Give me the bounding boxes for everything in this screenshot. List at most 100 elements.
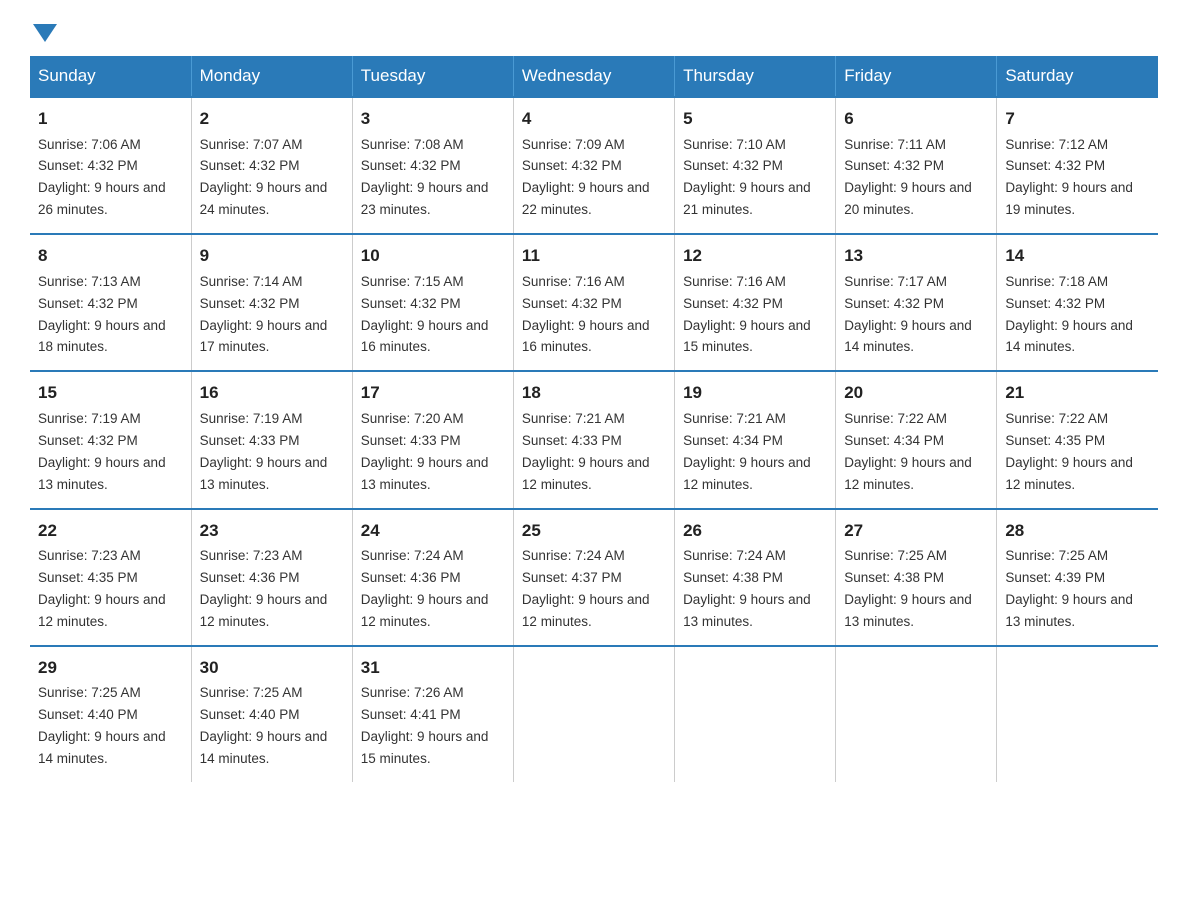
day-info: Sunrise: 7:18 AMSunset: 4:32 PMDaylight:… <box>1005 274 1133 355</box>
day-info: Sunrise: 7:07 AMSunset: 4:32 PMDaylight:… <box>200 137 328 218</box>
day-info: Sunrise: 7:26 AMSunset: 4:41 PMDaylight:… <box>361 685 489 766</box>
calendar-cell: 25 Sunrise: 7:24 AMSunset: 4:37 PMDaylig… <box>513 509 674 646</box>
day-number: 16 <box>200 380 344 406</box>
day-number: 21 <box>1005 380 1150 406</box>
day-info: Sunrise: 7:19 AMSunset: 4:33 PMDaylight:… <box>200 411 328 492</box>
day-info: Sunrise: 7:14 AMSunset: 4:32 PMDaylight:… <box>200 274 328 355</box>
day-info: Sunrise: 7:12 AMSunset: 4:32 PMDaylight:… <box>1005 137 1133 218</box>
calendar-cell: 19 Sunrise: 7:21 AMSunset: 4:34 PMDaylig… <box>675 371 836 508</box>
day-number: 12 <box>683 243 827 269</box>
calendar-cell: 2 Sunrise: 7:07 AMSunset: 4:32 PMDayligh… <box>191 97 352 234</box>
day-number: 3 <box>361 106 505 132</box>
calendar-cell <box>675 646 836 782</box>
calendar-cell: 12 Sunrise: 7:16 AMSunset: 4:32 PMDaylig… <box>675 234 836 371</box>
calendar-cell: 21 Sunrise: 7:22 AMSunset: 4:35 PMDaylig… <box>997 371 1158 508</box>
calendar-cell: 7 Sunrise: 7:12 AMSunset: 4:32 PMDayligh… <box>997 97 1158 234</box>
calendar-week-row: 29 Sunrise: 7:25 AMSunset: 4:40 PMDaylig… <box>30 646 1158 782</box>
calendar-cell <box>836 646 997 782</box>
calendar-cell: 24 Sunrise: 7:24 AMSunset: 4:36 PMDaylig… <box>352 509 513 646</box>
calendar-cell: 27 Sunrise: 7:25 AMSunset: 4:38 PMDaylig… <box>836 509 997 646</box>
calendar-cell: 17 Sunrise: 7:20 AMSunset: 4:33 PMDaylig… <box>352 371 513 508</box>
day-info: Sunrise: 7:16 AMSunset: 4:32 PMDaylight:… <box>522 274 650 355</box>
day-number: 30 <box>200 655 344 681</box>
day-info: Sunrise: 7:20 AMSunset: 4:33 PMDaylight:… <box>361 411 489 492</box>
day-number: 2 <box>200 106 344 132</box>
calendar-table: SundayMondayTuesdayWednesdayThursdayFrid… <box>30 56 1158 782</box>
calendar-week-row: 8 Sunrise: 7:13 AMSunset: 4:32 PMDayligh… <box>30 234 1158 371</box>
day-info: Sunrise: 7:21 AMSunset: 4:33 PMDaylight:… <box>522 411 650 492</box>
day-info: Sunrise: 7:08 AMSunset: 4:32 PMDaylight:… <box>361 137 489 218</box>
calendar-cell: 14 Sunrise: 7:18 AMSunset: 4:32 PMDaylig… <box>997 234 1158 371</box>
day-header-friday: Friday <box>836 56 997 97</box>
day-number: 23 <box>200 518 344 544</box>
day-header-wednesday: Wednesday <box>513 56 674 97</box>
calendar-cell: 26 Sunrise: 7:24 AMSunset: 4:38 PMDaylig… <box>675 509 836 646</box>
day-info: Sunrise: 7:23 AMSunset: 4:35 PMDaylight:… <box>38 548 166 629</box>
calendar-week-row: 22 Sunrise: 7:23 AMSunset: 4:35 PMDaylig… <box>30 509 1158 646</box>
day-number: 1 <box>38 106 183 132</box>
day-number: 9 <box>200 243 344 269</box>
day-info: Sunrise: 7:24 AMSunset: 4:36 PMDaylight:… <box>361 548 489 629</box>
calendar-cell: 13 Sunrise: 7:17 AMSunset: 4:32 PMDaylig… <box>836 234 997 371</box>
day-info: Sunrise: 7:25 AMSunset: 4:40 PMDaylight:… <box>38 685 166 766</box>
day-info: Sunrise: 7:24 AMSunset: 4:37 PMDaylight:… <box>522 548 650 629</box>
calendar-cell <box>513 646 674 782</box>
calendar-cell: 31 Sunrise: 7:26 AMSunset: 4:41 PMDaylig… <box>352 646 513 782</box>
day-number: 17 <box>361 380 505 406</box>
day-number: 8 <box>38 243 183 269</box>
calendar-cell: 29 Sunrise: 7:25 AMSunset: 4:40 PMDaylig… <box>30 646 191 782</box>
calendar-header-row: SundayMondayTuesdayWednesdayThursdayFrid… <box>30 56 1158 97</box>
calendar-cell: 5 Sunrise: 7:10 AMSunset: 4:32 PMDayligh… <box>675 97 836 234</box>
day-number: 10 <box>361 243 505 269</box>
day-info: Sunrise: 7:10 AMSunset: 4:32 PMDaylight:… <box>683 137 811 218</box>
day-info: Sunrise: 7:25 AMSunset: 4:39 PMDaylight:… <box>1005 548 1133 629</box>
calendar-cell: 16 Sunrise: 7:19 AMSunset: 4:33 PMDaylig… <box>191 371 352 508</box>
calendar-cell: 10 Sunrise: 7:15 AMSunset: 4:32 PMDaylig… <box>352 234 513 371</box>
calendar-cell: 22 Sunrise: 7:23 AMSunset: 4:35 PMDaylig… <box>30 509 191 646</box>
calendar-cell: 1 Sunrise: 7:06 AMSunset: 4:32 PMDayligh… <box>30 97 191 234</box>
day-number: 24 <box>361 518 505 544</box>
day-number: 29 <box>38 655 183 681</box>
day-info: Sunrise: 7:11 AMSunset: 4:32 PMDaylight:… <box>844 137 972 218</box>
day-info: Sunrise: 7:25 AMSunset: 4:40 PMDaylight:… <box>200 685 328 766</box>
logo-general <box>30 20 57 42</box>
day-number: 22 <box>38 518 183 544</box>
day-info: Sunrise: 7:24 AMSunset: 4:38 PMDaylight:… <box>683 548 811 629</box>
day-info: Sunrise: 7:22 AMSunset: 4:34 PMDaylight:… <box>844 411 972 492</box>
calendar-week-row: 1 Sunrise: 7:06 AMSunset: 4:32 PMDayligh… <box>30 97 1158 234</box>
day-number: 28 <box>1005 518 1150 544</box>
calendar-cell: 30 Sunrise: 7:25 AMSunset: 4:40 PMDaylig… <box>191 646 352 782</box>
day-number: 27 <box>844 518 988 544</box>
day-number: 14 <box>1005 243 1150 269</box>
day-number: 20 <box>844 380 988 406</box>
day-number: 4 <box>522 106 666 132</box>
day-info: Sunrise: 7:19 AMSunset: 4:32 PMDaylight:… <box>38 411 166 492</box>
day-info: Sunrise: 7:25 AMSunset: 4:38 PMDaylight:… <box>844 548 972 629</box>
day-info: Sunrise: 7:16 AMSunset: 4:32 PMDaylight:… <box>683 274 811 355</box>
day-number: 19 <box>683 380 827 406</box>
day-header-monday: Monday <box>191 56 352 97</box>
day-number: 13 <box>844 243 988 269</box>
calendar-cell: 18 Sunrise: 7:21 AMSunset: 4:33 PMDaylig… <box>513 371 674 508</box>
day-number: 11 <box>522 243 666 269</box>
day-number: 25 <box>522 518 666 544</box>
calendar-cell: 20 Sunrise: 7:22 AMSunset: 4:34 PMDaylig… <box>836 371 997 508</box>
day-header-thursday: Thursday <box>675 56 836 97</box>
page-header <box>30 20 1158 38</box>
logo-arrow-icon <box>33 24 57 42</box>
day-info: Sunrise: 7:23 AMSunset: 4:36 PMDaylight:… <box>200 548 328 629</box>
day-header-sunday: Sunday <box>30 56 191 97</box>
day-info: Sunrise: 7:21 AMSunset: 4:34 PMDaylight:… <box>683 411 811 492</box>
calendar-cell: 15 Sunrise: 7:19 AMSunset: 4:32 PMDaylig… <box>30 371 191 508</box>
day-number: 26 <box>683 518 827 544</box>
calendar-cell: 6 Sunrise: 7:11 AMSunset: 4:32 PMDayligh… <box>836 97 997 234</box>
calendar-cell: 23 Sunrise: 7:23 AMSunset: 4:36 PMDaylig… <box>191 509 352 646</box>
day-info: Sunrise: 7:17 AMSunset: 4:32 PMDaylight:… <box>844 274 972 355</box>
day-header-saturday: Saturday <box>997 56 1158 97</box>
day-info: Sunrise: 7:15 AMSunset: 4:32 PMDaylight:… <box>361 274 489 355</box>
calendar-cell: 8 Sunrise: 7:13 AMSunset: 4:32 PMDayligh… <box>30 234 191 371</box>
day-info: Sunrise: 7:06 AMSunset: 4:32 PMDaylight:… <box>38 137 166 218</box>
calendar-week-row: 15 Sunrise: 7:19 AMSunset: 4:32 PMDaylig… <box>30 371 1158 508</box>
calendar-cell <box>997 646 1158 782</box>
day-number: 31 <box>361 655 505 681</box>
